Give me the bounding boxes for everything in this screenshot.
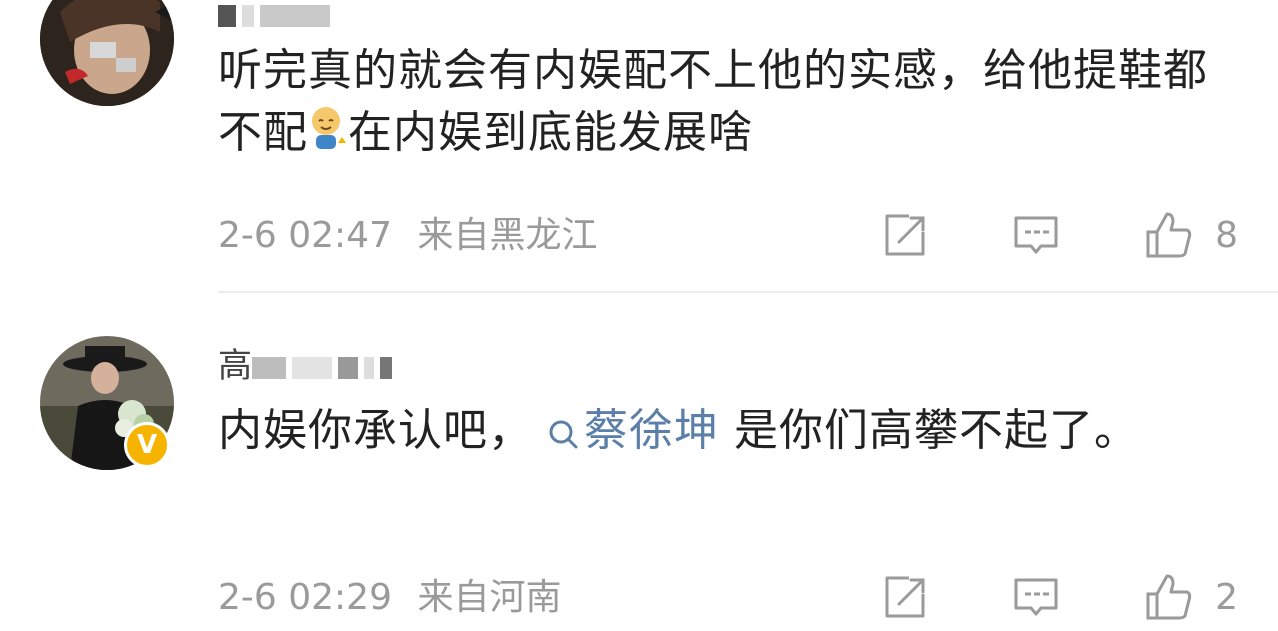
face-emoji-icon (308, 103, 348, 153)
like-icon[interactable] (1143, 572, 1193, 622)
avatar-image (40, 0, 174, 106)
share-icon[interactable] (879, 572, 929, 622)
timestamp: 2-6 02:47 (218, 215, 392, 256)
location: 来自黑龙江 (417, 215, 598, 256)
comment-meta: 2-6 02:29 来自河南 (218, 576, 561, 620)
comment-actions: 8 (797, 210, 1238, 260)
comment-text: 内娱你承认吧， 蔡徐坤 是你们高攀不起了。 (218, 405, 1139, 456)
comment-text: 听完真的就会有内娱配不上他的实感，给他提鞋都不配 在内娱到底能发展啥 (218, 45, 1208, 158)
share-icon[interactable] (879, 210, 929, 260)
comment-icon[interactable] (1011, 572, 1061, 622)
location: 来自河南 (417, 577, 562, 618)
verified-badge-icon: V (124, 422, 170, 468)
comment-1: 听完真的就会有内娱配不上他的实感，给他提鞋都不配 在内娱到底能发展啥 2-6 0… (0, 0, 1278, 292)
comment-actions: 2 (797, 572, 1238, 622)
like-count: 8 (1215, 214, 1238, 256)
topic-link[interactable]: 蔡徐坤 (548, 405, 719, 456)
comment-icon[interactable] (1011, 210, 1061, 260)
username-blurred[interactable]: 高 (218, 346, 398, 386)
avatar[interactable] (40, 0, 174, 106)
timestamp: 2-6 02:29 (218, 577, 392, 618)
like-count: 2 (1215, 576, 1238, 618)
username-blurred[interactable] (218, 0, 336, 34)
like-icon[interactable] (1143, 210, 1193, 260)
comment-meta: 2-6 02:47 来自黑龙江 (218, 214, 597, 258)
comment-2: V 高 内娱你承认吧， 蔡徐坤 是你们高攀不起了。 2-6 02:29 来自河南… (0, 292, 1278, 631)
search-icon (548, 404, 578, 449)
